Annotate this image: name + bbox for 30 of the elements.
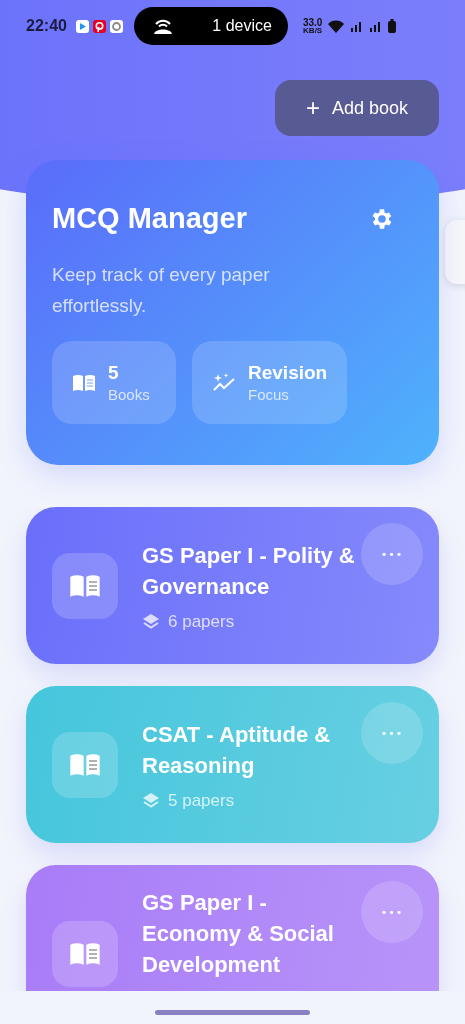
layers-icon (142, 612, 160, 631)
status-time: 22:40 (26, 17, 67, 35)
book-card[interactable]: GS Paper I - Economy & Social Development ••• (26, 865, 439, 991)
app-title: MCQ Manager (52, 202, 247, 235)
paper-count: 6 papers (168, 611, 235, 632)
book-card[interactable]: CSAT - Aptitude & Reasoning 5 papers ••• (26, 686, 439, 843)
stat-label: Books (108, 386, 150, 403)
book-title: GS Paper I - Polity & Governance (142, 541, 356, 601)
book-title: CSAT - Aptitude & Reasoning (142, 720, 332, 780)
add-book-button[interactable]: + Add book (275, 80, 439, 136)
book-card[interactable]: GS Paper I - Polity & Governance 6 papers ••• (26, 507, 439, 664)
paper-count: 5 papers (168, 790, 235, 811)
more-button[interactable]: ••• (361, 881, 423, 943)
battery-icon (388, 19, 397, 33)
more-button[interactable]: ••• (361, 523, 423, 585)
book-icon (68, 752, 102, 777)
book-title: GS Paper I - Economy & Social Development (142, 889, 335, 979)
layers-icon (142, 791, 160, 810)
more-button[interactable]: ••• (361, 702, 423, 764)
stat-value: Revision (248, 362, 328, 384)
book-icon (68, 573, 102, 598)
wifi-icon (327, 19, 346, 33)
network-speed: 33.0 KB/S (302, 17, 323, 35)
book-icon (72, 373, 96, 392)
app-subtitle: Keep track of every paper effortlessly. (52, 263, 271, 318)
stat-value: 5 (108, 362, 120, 384)
stat-label: Focus (248, 386, 290, 403)
book-icon (68, 942, 102, 966)
hotspot-pill: 1 device (133, 7, 288, 45)
hotspot-icon (151, 18, 174, 34)
